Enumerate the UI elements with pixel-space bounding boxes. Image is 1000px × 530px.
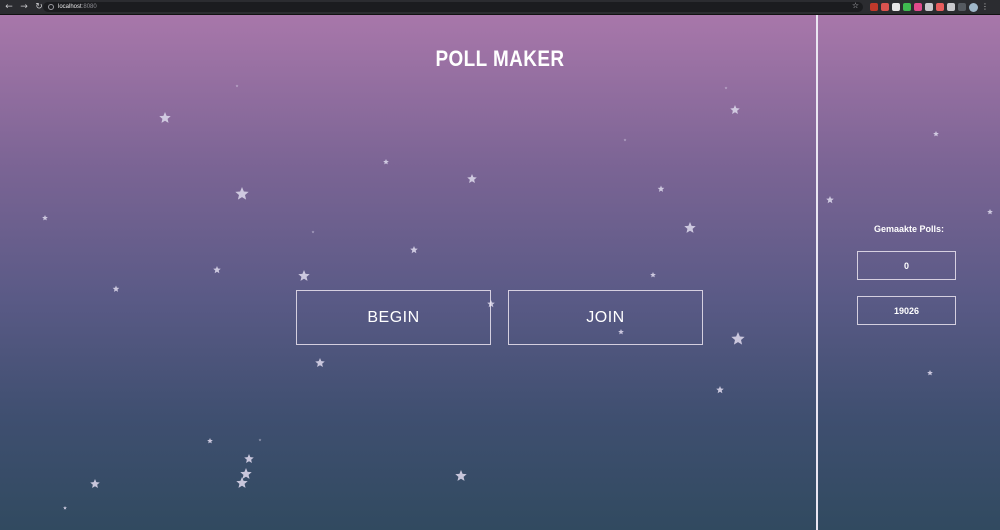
back-icon[interactable]: ← [3,1,15,13]
page-title: POLL MAKER [435,46,565,71]
app-page: POLL MAKER BEGIN JOIN Gemaakte Polls: 0 … [0,15,1000,530]
site-info-icon[interactable] [48,4,54,10]
extension-icon[interactable] [892,3,900,11]
extension-icon[interactable] [958,3,966,11]
profile-avatar[interactable] [969,3,978,12]
browser-toolbar: ← → ↻ localhost :8080 ☆ ⋮ [0,0,1000,15]
extension-icon[interactable] [870,3,878,11]
star-icon [826,196,834,204]
created-polls-title: Gemaakte Polls: [873,224,945,234]
extensions-row: ⋮ [870,3,989,12]
forward-icon[interactable]: → [18,1,30,13]
extension-icon[interactable] [936,3,944,11]
extension-icon[interactable] [903,3,911,11]
star-icon [927,370,933,376]
extension-icon[interactable] [881,3,889,11]
puzzle-icon[interactable] [947,3,955,11]
begin-button[interactable]: BEGIN [296,290,491,345]
poll-count-box: 19026 [857,296,956,325]
extension-icon[interactable] [914,3,922,11]
main-panel [0,15,816,530]
panel-divider [816,15,818,530]
address-port: :8080 [81,4,97,10]
address-host: localhost [58,4,82,10]
address-bar[interactable]: localhost :8080 ☆ [43,1,863,12]
star-icon [933,131,939,137]
poll-count-box: 0 [857,251,956,280]
join-button[interactable]: JOIN [508,290,703,345]
bookmark-star-icon[interactable]: ☆ [852,1,859,10]
extension-icon[interactable] [925,3,933,11]
menu-icon[interactable]: ⋮ [981,3,989,12]
star-icon [987,209,993,215]
